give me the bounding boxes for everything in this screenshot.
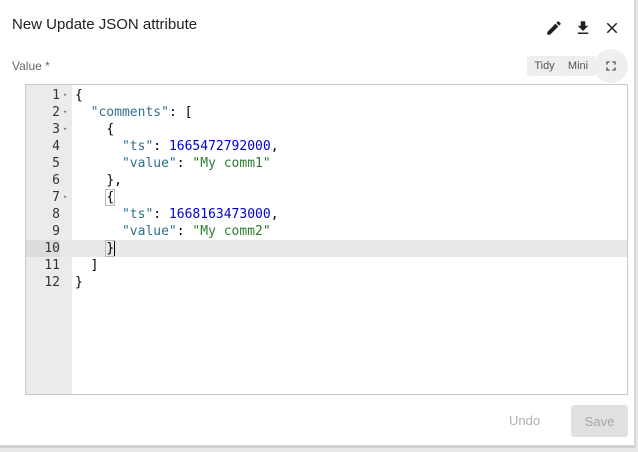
code-line: 9 "value": "My comm2"	[26, 223, 627, 240]
json-key: "value"	[121, 156, 177, 171]
dialog-header-actions	[544, 18, 622, 38]
download-button[interactable]	[573, 18, 593, 38]
line-number: 8	[52, 207, 60, 222]
value-field-label: Value *	[12, 59, 50, 73]
json-key: "ts"	[121, 207, 154, 222]
json-number: 1665472792000	[168, 139, 271, 154]
dialog-title: New Update JSON attribute	[12, 16, 198, 33]
mini-button[interactable]: Mini	[560, 56, 596, 76]
fold-toggle-icon[interactable]: ▾	[63, 87, 71, 104]
code-line: 5 "value": "My comm1"	[26, 155, 627, 172]
save-button[interactable]: Save	[571, 405, 628, 437]
pencil-icon	[547, 21, 561, 35]
json-number: 1668163473000	[168, 207, 271, 222]
code-line-active: 10 }	[26, 240, 627, 257]
code-line: 7 ▾ {	[26, 189, 627, 206]
code-line: 11 ]	[26, 257, 627, 274]
line-number: 12	[44, 275, 60, 290]
text-cursor	[114, 241, 115, 256]
code-line: 3 ▾ {	[26, 121, 627, 138]
close-icon	[606, 22, 618, 34]
fold-toggle-icon[interactable]: ▾	[63, 121, 71, 138]
line-number: 5	[52, 156, 60, 171]
line-number: 3	[52, 122, 60, 137]
download-icon	[577, 21, 589, 34]
json-key: "value"	[121, 224, 177, 239]
line-number: 6	[52, 173, 60, 188]
fullscreen-icon	[606, 61, 616, 71]
json-string: "My comm2"	[192, 224, 271, 239]
code-line: 1 ▾ {	[26, 87, 627, 104]
line-number: 9	[52, 224, 60, 239]
tidy-button[interactable]: Tidy	[527, 56, 562, 76]
undo-button[interactable]: Undo	[509, 413, 540, 428]
edit-button[interactable]	[544, 18, 564, 38]
code-line: 12 }	[26, 274, 627, 291]
json-attribute-dialog: New Update JSON attribute Value * Tidy M…	[0, 0, 636, 448]
line-number: 7	[52, 190, 60, 205]
json-key: "ts"	[121, 139, 154, 154]
code-line: 4 "ts": 1665472792000,	[26, 138, 627, 155]
fullscreen-button[interactable]	[594, 49, 628, 83]
code-line: 8 "ts": 1668163473000,	[26, 206, 627, 223]
line-number: 10	[26, 240, 60, 257]
line-number: 4	[52, 139, 60, 154]
code-line: 6 },	[26, 172, 627, 189]
line-number: 2	[52, 105, 60, 120]
json-string: "My comm1"	[192, 156, 271, 171]
fold-toggle-icon[interactable]: ▾	[63, 104, 71, 121]
json-key: "comments"	[90, 105, 169, 120]
line-number: 1	[52, 88, 60, 103]
json-code-editor[interactable]: 1 ▾ { 2 ▾ "comments": [ 3 ▾ { 4 "ts": 16…	[25, 84, 628, 395]
code-line: 2 ▾ "comments": [	[26, 104, 627, 121]
line-number: 11	[44, 258, 60, 273]
close-button[interactable]	[602, 18, 622, 38]
fold-toggle-icon[interactable]: ▾	[63, 189, 71, 206]
